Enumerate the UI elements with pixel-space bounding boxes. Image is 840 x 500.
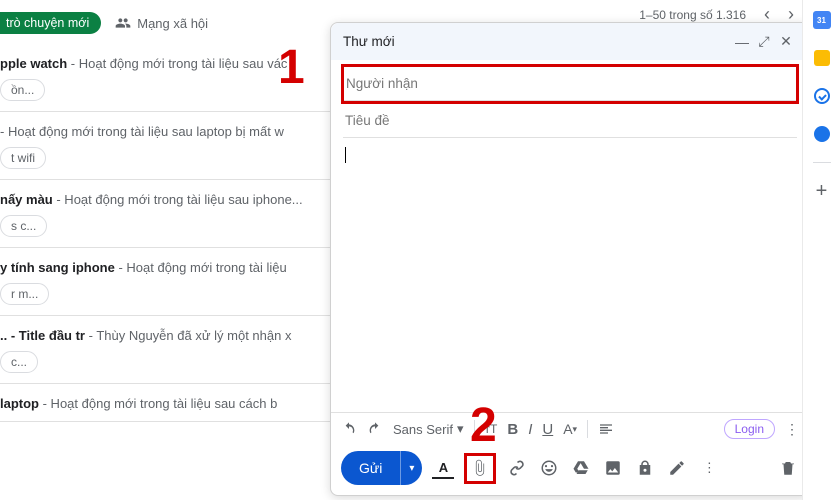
expand-icon[interactable]: ⤢ bbox=[753, 33, 775, 50]
close-icon[interactable]: ✕ bbox=[775, 33, 797, 50]
align-icon[interactable] bbox=[598, 421, 614, 437]
inbox-list: pple watch - Hoạt động mới trong tài liệ… bbox=[0, 44, 330, 422]
list-item[interactable]: - Hoạt động mới trong tài liệu sau lapto… bbox=[0, 112, 330, 180]
subject-field[interactable]: Tiêu đề bbox=[343, 104, 797, 138]
pager-range: 1–50 trong số 1.316 bbox=[639, 8, 746, 22]
calendar-icon[interactable] bbox=[812, 10, 832, 30]
bold-icon[interactable]: B bbox=[507, 421, 518, 438]
drive-icon[interactable] bbox=[570, 457, 592, 479]
tab-social-label: Mạng xã hội bbox=[137, 16, 208, 31]
list-item[interactable]: nấy màu - Hoạt động mới trong tài liệu s… bbox=[0, 180, 330, 248]
chip[interactable]: t wifi bbox=[0, 147, 46, 169]
underline-icon[interactable]: U bbox=[542, 421, 553, 438]
chip[interactable]: r m... bbox=[0, 283, 49, 305]
send-more-icon[interactable]: ▾ bbox=[400, 451, 422, 485]
format-toggle-icon[interactable]: A bbox=[432, 457, 454, 479]
list-item[interactable]: laptop - Hoạt động mới trong tài liệu sa… bbox=[0, 384, 330, 422]
text-cursor bbox=[345, 147, 346, 163]
chat-pill[interactable]: trò chuyện mới bbox=[0, 12, 101, 34]
list-item[interactable]: .. - Title đầu tr - Thùy Nguyễn đã xử lý… bbox=[0, 316, 330, 384]
text-color-icon[interactable]: A▾ bbox=[563, 421, 577, 437]
format-toolbar: Sans Serif ▾ ᴛT B I U A▾ Login ⋮ bbox=[331, 412, 809, 445]
chip[interactable]: c... bbox=[0, 351, 38, 373]
add-icon[interactable]: + bbox=[812, 181, 832, 201]
pen-icon[interactable] bbox=[666, 457, 688, 479]
compose-title: Thư mới bbox=[343, 34, 395, 49]
compose-window: Thư mới — ⤢ ✕ Người nhận Tiêu đề Sans Se… bbox=[330, 22, 810, 496]
chip[interactable]: ồn... bbox=[0, 79, 45, 101]
italic-icon[interactable]: I bbox=[528, 421, 532, 438]
list-item[interactable]: pple watch - Hoạt động mới trong tài liệ… bbox=[0, 44, 330, 112]
undo-icon[interactable] bbox=[341, 421, 357, 437]
contacts-icon[interactable] bbox=[812, 124, 832, 144]
chevron-down-icon: ▾ bbox=[457, 421, 464, 437]
lock-icon[interactable] bbox=[634, 457, 656, 479]
minimize-icon[interactable]: — bbox=[731, 34, 753, 50]
tab-social[interactable]: Mạng xã hội bbox=[115, 15, 208, 31]
recipients-field[interactable]: Người nhận bbox=[344, 67, 796, 101]
redo-icon[interactable] bbox=[367, 421, 383, 437]
chip[interactable]: s c... bbox=[0, 215, 47, 237]
compose-body[interactable] bbox=[331, 138, 809, 412]
recipients-highlight: Người nhận bbox=[341, 64, 799, 104]
side-panel: + bbox=[802, 0, 840, 500]
people-icon bbox=[115, 15, 131, 31]
attach-icon[interactable] bbox=[469, 457, 491, 479]
send-button[interactable]: Gửi ▾ bbox=[341, 451, 422, 485]
send-label[interactable]: Gửi bbox=[341, 451, 400, 485]
trash-icon[interactable] bbox=[777, 457, 799, 479]
font-select[interactable]: Sans Serif ▾ bbox=[393, 421, 464, 437]
image-icon[interactable] bbox=[602, 457, 624, 479]
keep-icon[interactable] bbox=[812, 48, 832, 68]
send-row: Gửi ▾ A ⋮ bbox=[331, 445, 809, 495]
more-format-icon[interactable]: ⋮ bbox=[785, 421, 799, 438]
attach-highlight bbox=[464, 453, 496, 484]
text-size-icon[interactable]: ᴛT bbox=[485, 422, 498, 436]
link-icon[interactable] bbox=[506, 457, 528, 479]
login-chip[interactable]: Login bbox=[724, 419, 775, 439]
emoji-icon[interactable] bbox=[538, 457, 560, 479]
more-icon[interactable]: ⋮ bbox=[698, 457, 720, 479]
tasks-icon[interactable] bbox=[812, 86, 832, 106]
list-item[interactable]: y tính sang iphone - Hoạt động mới trong… bbox=[0, 248, 330, 316]
